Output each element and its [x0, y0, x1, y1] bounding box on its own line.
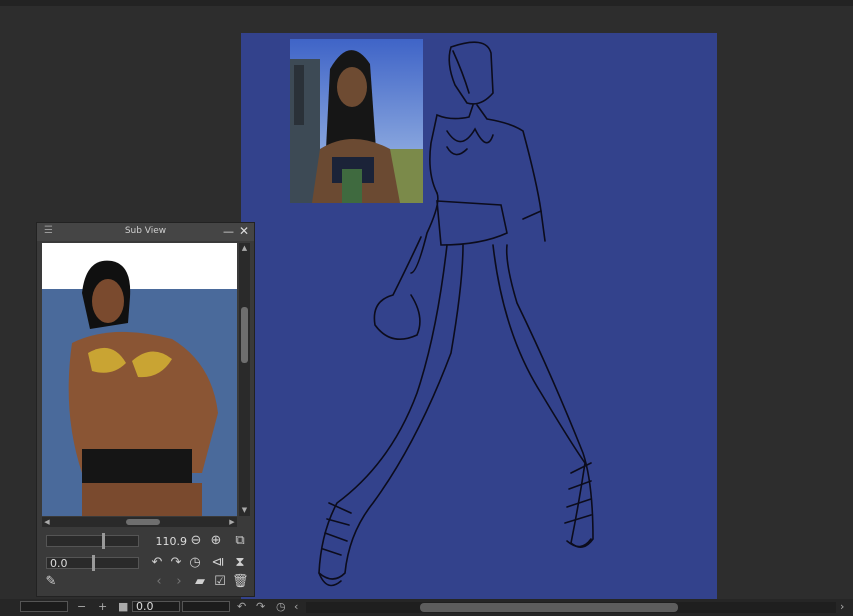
close-icon[interactable]: ✕ — [239, 224, 249, 238]
sub-view-reference-image[interactable] — [42, 243, 237, 516]
rotation-slider[interactable] — [182, 601, 230, 612]
previous-image-icon[interactable]: ‹ — [151, 575, 167, 589]
drawing-canvas[interactable] — [241, 33, 717, 600]
rotate-left-icon[interactable]: ↶ — [149, 556, 165, 570]
bottom-navigator-bar: − + ■ 0.0 ↶ ↷ ◷ ‹ › — [0, 599, 853, 616]
rotate-right-icon[interactable]: ↷ — [168, 556, 184, 570]
fit-icon[interactable]: ■ — [118, 600, 128, 613]
horizontal-scroll-thumb[interactable] — [420, 603, 678, 612]
minimize-icon[interactable]: — — [223, 225, 234, 238]
zoom-field[interactable] — [20, 601, 68, 612]
rotation-value: 0.0 — [136, 600, 154, 613]
scroll-left-icon[interactable]: ‹ — [294, 600, 298, 613]
import-image-icon[interactable]: ▰ — [192, 575, 208, 589]
sub-view-titlebar[interactable]: ☰ Sub View — ✕ — [37, 223, 254, 241]
rotate-right-icon[interactable]: ↷ — [256, 600, 265, 613]
sub-view-horizontal-scrollbar[interactable]: ◀ ▶ — [42, 517, 237, 527]
rotate-left-icon[interactable]: ↶ — [237, 600, 246, 613]
sub-view-panel: ☰ Sub View — ✕ ▲ ▼ ◀ ▶ 110.9 ⊖ ⊕ ⧉ 0.0 ↶… — [36, 222, 255, 597]
zoom-out-icon[interactable]: − — [77, 600, 86, 613]
scroll-down-icon[interactable]: ▼ — [239, 505, 250, 516]
zoom-out-icon[interactable]: ⊖ — [188, 534, 204, 548]
horizontal-scrollbar[interactable] — [306, 602, 836, 613]
reset-rotation-icon[interactable]: ◷ — [276, 600, 286, 613]
edit-image-icon[interactable]: ☑ — [212, 575, 228, 589]
zoom-slider[interactable] — [46, 533, 139, 549]
zoom-value: 110.9 — [155, 535, 188, 548]
sub-view-vertical-scrollbar[interactable]: ▲ ▼ — [239, 243, 250, 516]
zoom-in-icon[interactable]: + — [98, 600, 107, 613]
flip-vertical-icon[interactable]: ⧗ — [232, 556, 248, 570]
zoom-in-icon[interactable]: ⊕ — [208, 534, 224, 548]
rotation-slider-knob[interactable] — [92, 555, 95, 571]
sub-view-title: Sub View — [124, 226, 167, 236]
fit-window-icon[interactable]: ⧉ — [232, 534, 248, 548]
delete-image-icon[interactable]: 🗑 — [232, 575, 249, 589]
zoom-slider-knob[interactable] — [102, 533, 105, 549]
vertical-scroll-thumb[interactable] — [241, 307, 248, 363]
next-image-icon[interactable]: › — [171, 575, 187, 589]
eyedropper-icon[interactable]: ✎ — [43, 575, 59, 589]
flip-horizontal-icon[interactable]: ⧏ — [210, 556, 226, 570]
character-line-sketch — [318, 41, 594, 587]
scroll-up-icon[interactable]: ▲ — [239, 243, 250, 254]
rotation-value: 0.0 — [50, 557, 68, 570]
scroll-left-icon[interactable]: ◀ — [42, 517, 52, 527]
horizontal-scroll-thumb[interactable] — [126, 519, 160, 525]
scroll-right-icon[interactable]: › — [840, 600, 844, 613]
reset-rotation-icon[interactable]: ◷ — [187, 556, 203, 570]
top-toolbar-strip — [0, 0, 853, 6]
scroll-right-icon[interactable]: ▶ — [227, 517, 237, 527]
